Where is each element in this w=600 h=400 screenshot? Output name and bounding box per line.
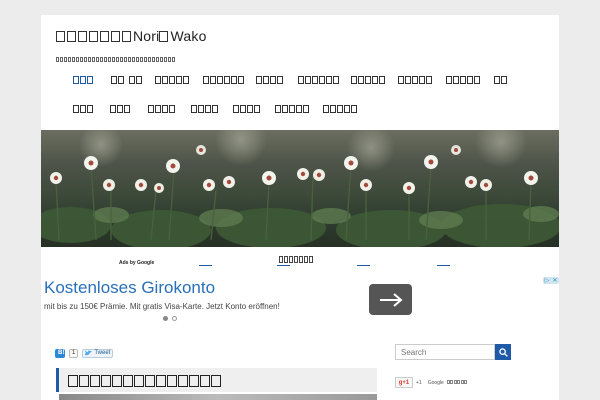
ad-link[interactable] — [277, 262, 290, 266]
tweet-button[interactable]: Tweet — [82, 348, 114, 358]
search-input[interactable] — [395, 344, 495, 360]
post-title-bar — [56, 368, 377, 392]
glyph-box — [92, 57, 95, 62]
glyph-box — [88, 57, 91, 62]
glyph-box — [56, 31, 65, 42]
nav-item-8[interactable] — [398, 72, 433, 88]
glyph-box — [140, 57, 143, 62]
nav-item-11[interactable] — [73, 101, 94, 117]
share-buttons: B! 1 Tweet — [55, 348, 114, 358]
nav-item-13[interactable] — [148, 101, 176, 117]
google-plus-count: +1 — [416, 379, 422, 386]
google-plus-brand: Google — [427, 379, 444, 386]
site-title-name2: Wako — [170, 28, 207, 44]
google-plus-one-button[interactable]: g+1 — [395, 377, 413, 388]
site-title-name: Nori — [133, 28, 160, 44]
ad-choices-icon: ▷ — [544, 278, 550, 284]
nav-item-14[interactable] — [191, 101, 219, 117]
glyph-box — [128, 57, 131, 62]
glyph-box — [78, 31, 87, 42]
glyph-box — [80, 57, 83, 62]
search-button[interactable] — [495, 344, 511, 360]
ads-by-google-label[interactable]: Ads by Google — [119, 260, 154, 266]
glyph-box — [168, 57, 171, 62]
ad-choices-close[interactable]: ▷ ✕ — [543, 277, 559, 284]
ad-link[interactable] — [437, 262, 450, 266]
hero-image — [41, 130, 559, 247]
glyph-box — [116, 57, 119, 62]
ad-arrow-button[interactable] — [369, 284, 412, 315]
nav-item-7[interactable] — [351, 72, 386, 88]
glyph-box — [64, 57, 67, 62]
twitter-bird-icon — [85, 350, 93, 356]
glyph-box — [136, 57, 139, 62]
glyph-box — [89, 31, 98, 42]
post-image — [59, 394, 377, 400]
search-icon — [498, 347, 508, 357]
post-title[interactable] — [68, 374, 222, 392]
google-plus-text — [446, 379, 468, 386]
nav-item-4[interactable] — [203, 72, 245, 88]
tweet-label: Tweet — [94, 350, 111, 356]
hero-caption — [279, 250, 319, 263]
nav-item-9[interactable] — [446, 72, 481, 88]
hatena-bookmark-button[interactable]: B! — [55, 348, 65, 358]
glyph-box — [120, 57, 123, 62]
nav-item-5[interactable] — [256, 72, 284, 88]
glyph-box — [152, 57, 155, 62]
glyph-box — [122, 31, 131, 42]
glyph-box — [160, 57, 163, 62]
arrow-right-icon — [379, 292, 403, 307]
site-description — [56, 49, 178, 62]
glyph-box — [111, 31, 120, 42]
carousel-dot[interactable] — [172, 316, 177, 321]
ad-banner[interactable]: Kostenloses Girokonto mit bis zu 150€ Pr… — [41, 274, 559, 325]
nav-item-2[interactable] — [111, 72, 143, 88]
glyph-box — [100, 31, 109, 42]
nav-item-3[interactable] — [155, 72, 190, 88]
glyph-box — [60, 57, 63, 62]
glyph-box — [96, 57, 99, 62]
glyph-box — [68, 57, 71, 62]
glyph-box — [100, 57, 103, 62]
glyph-box — [72, 57, 75, 62]
hatena-count: 1 — [69, 348, 79, 358]
hero-flowers-illustration — [41, 130, 559, 247]
glyph-box — [104, 57, 107, 62]
nav-item-12[interactable] — [110, 101, 131, 117]
glyph-box — [56, 57, 59, 62]
glyph-box — [164, 57, 167, 62]
flower-group — [50, 145, 538, 194]
glyph-box — [76, 57, 79, 62]
site-title[interactable]: Nori Wako — [56, 28, 207, 44]
ad-headline[interactable]: Kostenloses Girokonto — [44, 278, 215, 298]
glyph-box — [112, 57, 115, 62]
glyph-box — [144, 57, 147, 62]
glyph-box — [67, 31, 76, 42]
glyph-box — [84, 57, 87, 62]
nav-item-16[interactable] — [275, 101, 310, 117]
nav-item-6[interactable] — [298, 72, 340, 88]
nav-item-17[interactable] — [323, 101, 358, 117]
nav-item-15[interactable] — [233, 101, 261, 117]
ad-link[interactable] — [357, 262, 370, 266]
ad-links-strip: Ads by Google — [41, 259, 559, 269]
glyph-box — [132, 57, 135, 62]
glyph-box — [172, 57, 175, 62]
nav-item-10[interactable] — [494, 72, 508, 88]
glyph-box — [159, 31, 169, 42]
ad-subtext: mit bis zu 150€ Prämie. Mit gratis Visa-… — [44, 302, 280, 311]
carousel-dot-active[interactable] — [163, 316, 168, 321]
page-container: Nori Wako Ads by Google Kostenloses Giro… — [41, 15, 559, 400]
nav-item-home[interactable] — [73, 72, 94, 88]
google-plus-widget: g+1 +1 Google — [395, 377, 468, 388]
glyph-box — [156, 57, 159, 62]
glyph-box — [148, 57, 151, 62]
glyph-box — [108, 57, 111, 62]
ad-link[interactable] — [199, 262, 212, 266]
glyph-box — [124, 57, 127, 62]
close-icon: ✕ — [552, 278, 558, 284]
